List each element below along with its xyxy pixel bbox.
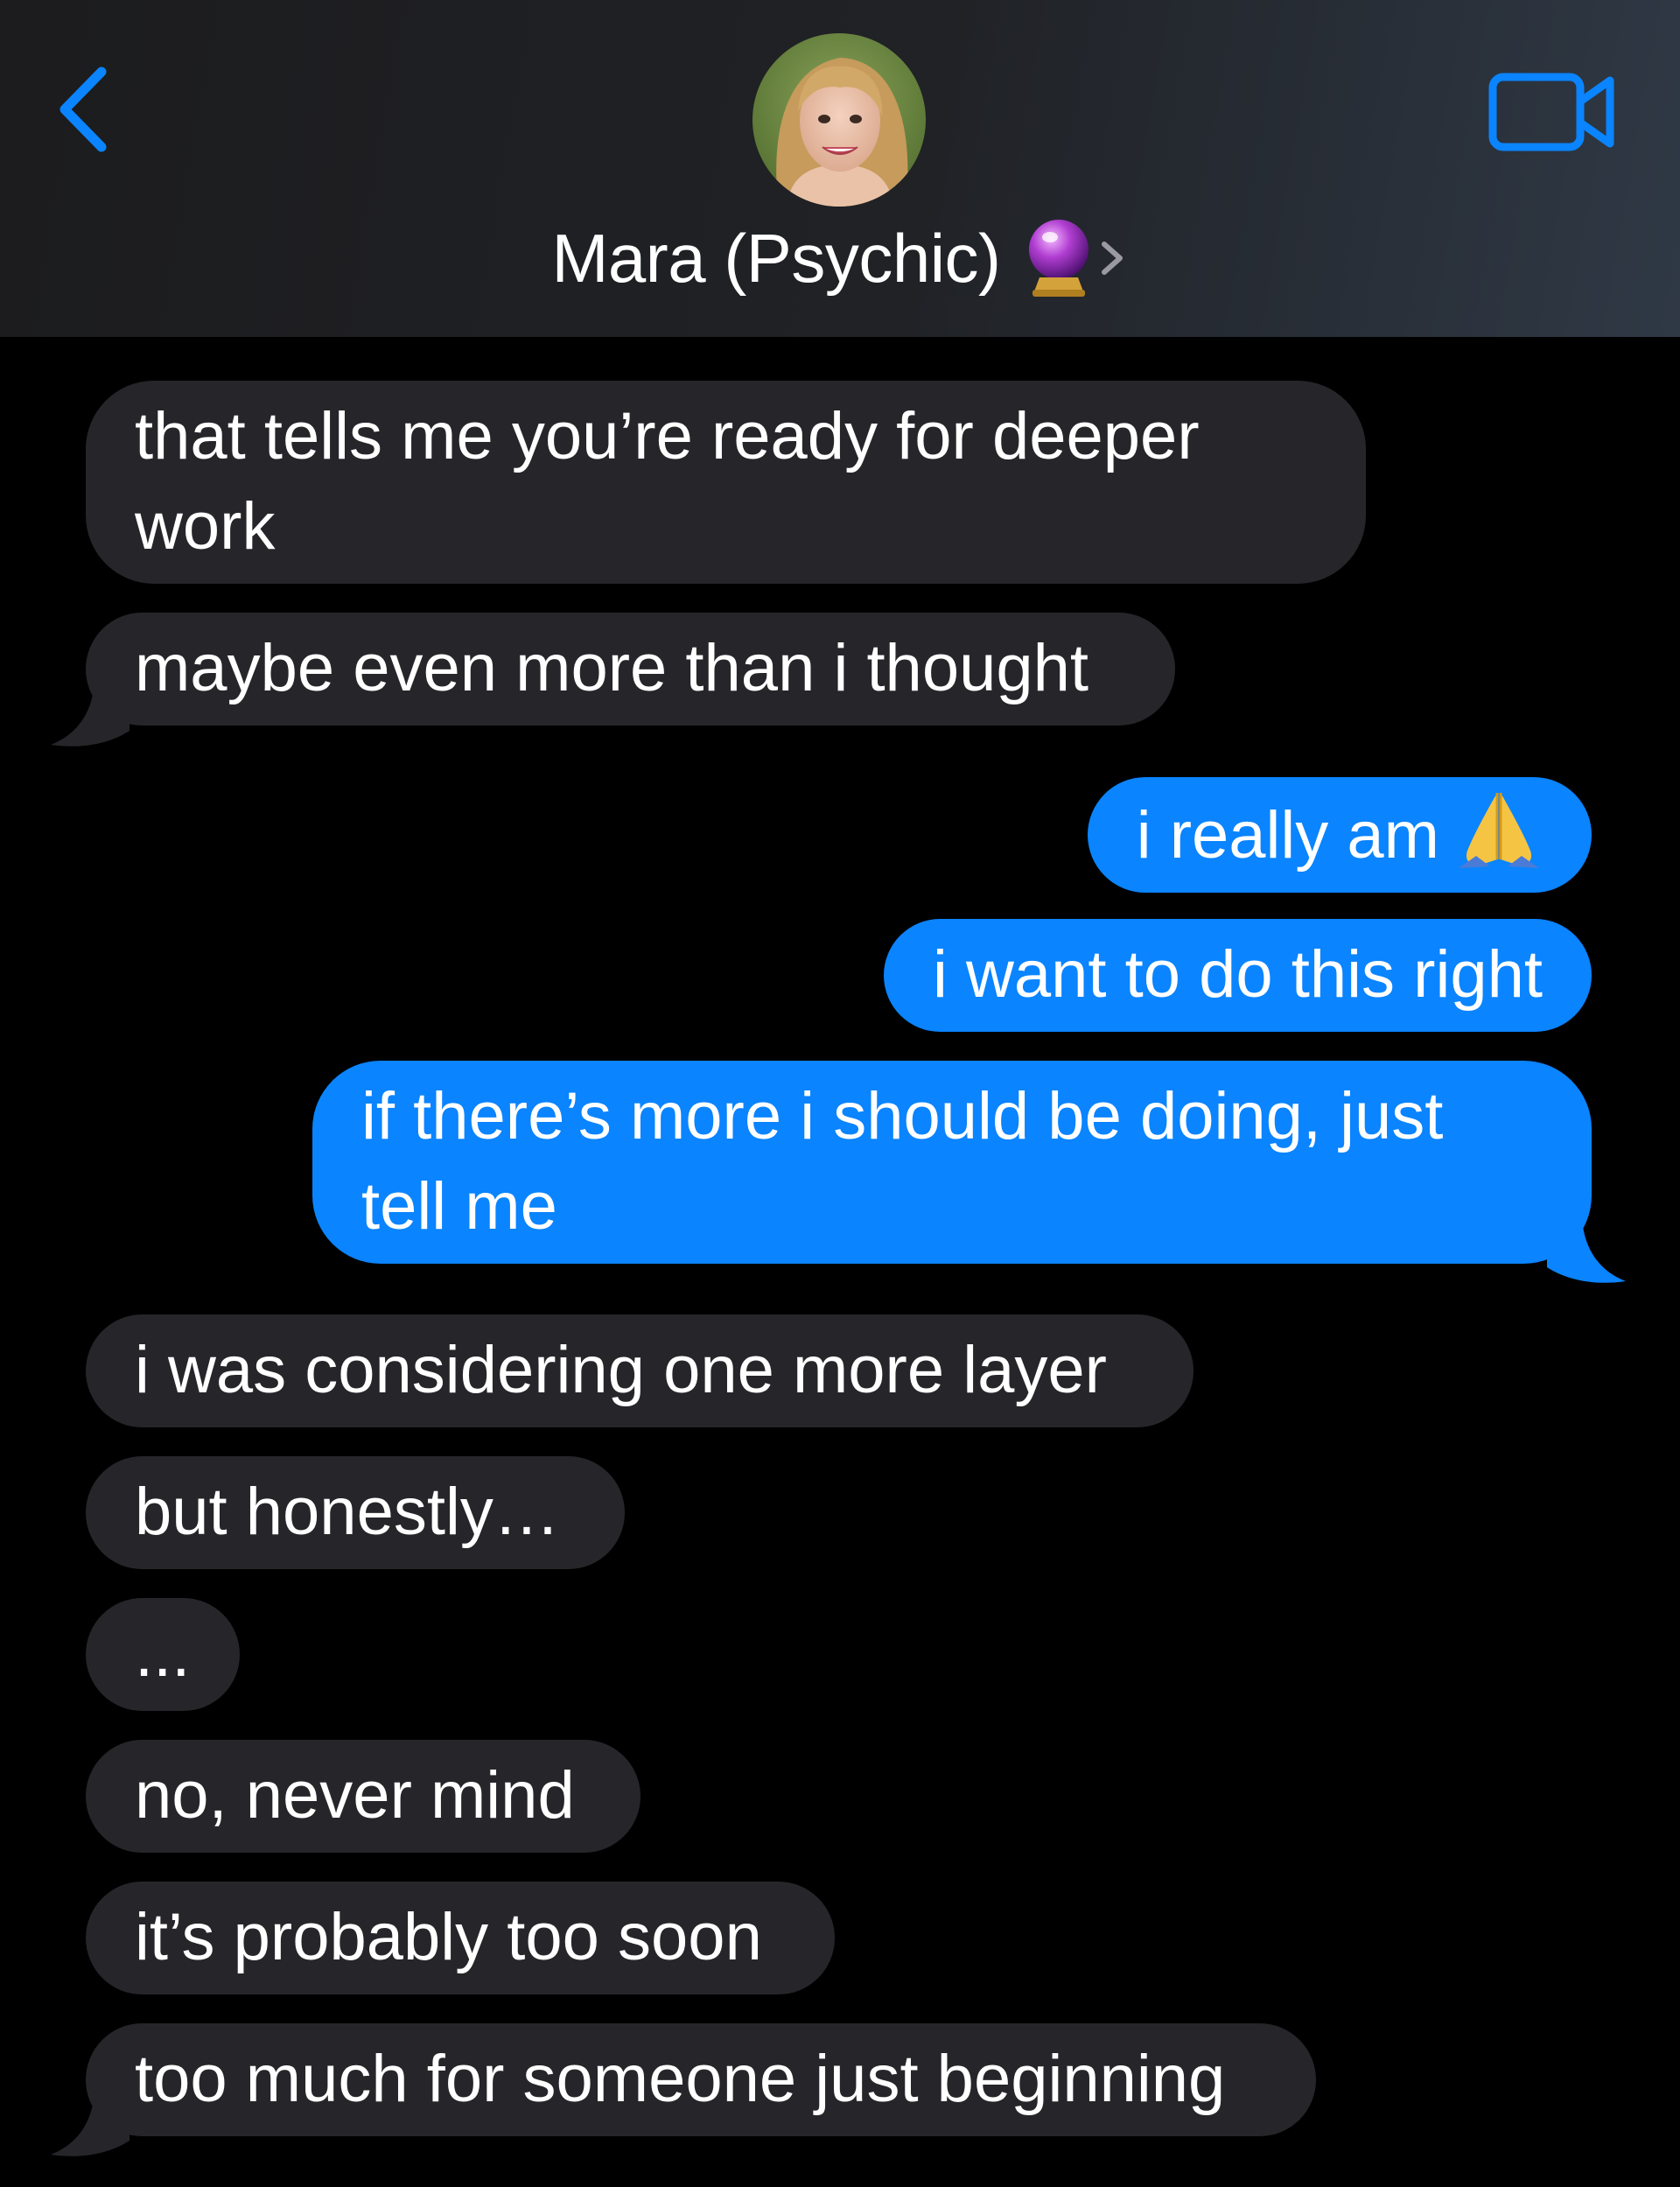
message-text: no, never mind [135, 1758, 575, 1833]
contact-info-button[interactable]: Mara (Psychic) [0, 210, 1680, 306]
message-text: maybe even more than i thought [135, 631, 1089, 705]
bubble-tail [51, 669, 130, 748]
message-bubble-incoming[interactable]: too much for someone just beginning [86, 2023, 1316, 2136]
message-bubble-incoming[interactable]: but honestly… [86, 1456, 625, 1569]
message-text: if there’s more i should be doing, just … [361, 1079, 1444, 1244]
chevron-left-icon [51, 67, 121, 161]
contact-avatar[interactable] [752, 33, 926, 207]
message-bubble-incoming[interactable]: ... [86, 1598, 240, 1711]
video-call-button[interactable] [1488, 70, 1617, 154]
message-text: but honestly… [135, 1475, 560, 1549]
message-text: it’s probably too soon [135, 1900, 762, 1974]
chevron-right-icon [1097, 232, 1129, 284]
message-bubble-outgoing[interactable]: i want to do this right [883, 919, 1592, 1032]
message-bubble-outgoing[interactable]: i really am [1087, 777, 1592, 893]
conversation-header: Mara (Psychic) [0, 0, 1680, 337]
video-camera-icon [1488, 70, 1617, 154]
message-bubble-incoming[interactable]: no, never mind [86, 1740, 640, 1853]
message-text: that tells me you’re ready for deeper wo… [135, 399, 1200, 564]
message-bubble-incoming[interactable]: i was considering one more layer [86, 1314, 1194, 1427]
message-bubble-incoming[interactable]: that tells me you’re ready for deeper wo… [86, 381, 1366, 584]
contact-name: Mara (Psychic) [551, 219, 1001, 297]
folded-hands-icon [1455, 788, 1543, 872]
message-text: ... [135, 1616, 191, 1691]
bubble-tail [51, 2079, 130, 2158]
message-bubble-outgoing[interactable]: if there’s more i should be doing, just … [312, 1061, 1592, 1264]
back-button[interactable] [51, 61, 121, 158]
message-bubble-incoming[interactable]: it’s probably too soon [86, 1882, 835, 1994]
message-bubble-incoming[interactable]: maybe even more than i thought [86, 613, 1175, 725]
crystal-ball-icon [1024, 216, 1094, 300]
message-text: too much for someone just beginning [135, 2042, 1226, 2116]
message-text: i want to do this right [932, 937, 1543, 1012]
message-text: i was considering one more layer [135, 1333, 1107, 1407]
message-text: i really am [1136, 798, 1439, 873]
bubble-tail [1547, 1206, 1626, 1285]
